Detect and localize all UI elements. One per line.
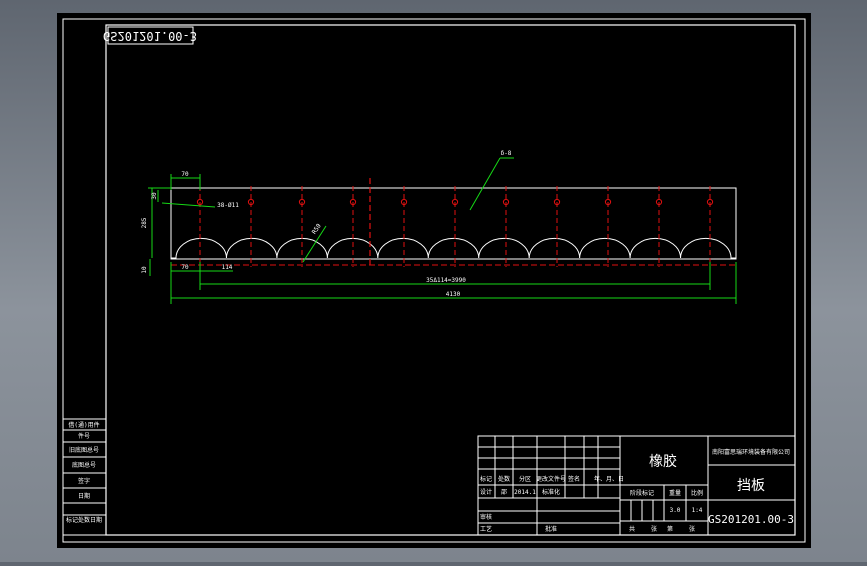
weight-value: 3.0	[670, 507, 681, 514]
dim-pitch: 114	[222, 264, 233, 271]
stamp-row-2: 件号	[78, 432, 90, 440]
rev-header-date: 年、月、日	[594, 475, 624, 483]
drawing-number: GS201201.00-3	[708, 513, 794, 526]
review-label: 审核	[480, 513, 492, 521]
sheet-label: 第	[667, 525, 673, 533]
scale-value: 1:4	[692, 507, 703, 514]
drawing-canvas: GS201201.00-3 借(通)用件 件号 旧底图总号 底图总号 签字 日期…	[57, 13, 811, 548]
designer: 邵	[501, 488, 507, 496]
stamp-row-6: 日期	[78, 492, 90, 500]
rev-header-doc: 更改文件号	[536, 475, 566, 483]
part-name: 挡板	[737, 478, 765, 494]
cad-viewport[interactable]: GS201201.00-3 借(通)用件 件号 旧底图总号 底图总号 签字 日期…	[0, 0, 867, 562]
sheets-label: 张	[651, 525, 657, 533]
rev-header-mark: 标记	[480, 475, 492, 483]
design-label: 设计	[480, 488, 492, 496]
stamp-row-7: 标记处数日期	[66, 516, 102, 524]
mirrored-drawing-number: GS201201.00-3	[103, 29, 197, 43]
rev-header-count: 处数	[498, 475, 510, 483]
dim-hole-label: 38-Ø11	[217, 202, 239, 209]
dim-overall-length: 4130	[446, 291, 461, 298]
dim-offset-left: 30	[151, 192, 158, 200]
stamp-row-5: 签字	[78, 477, 90, 485]
dim-edge-top: 70	[181, 171, 189, 178]
design-date: 2014.1	[514, 489, 536, 496]
mirrored-number-box: GS201201.00-3	[103, 26, 197, 45]
dim-edge-bottom: 70	[181, 264, 189, 271]
stamp-row-3: 旧底图总号	[69, 446, 99, 454]
stage-label: 阶段标记	[630, 489, 654, 497]
approve-label: 批准	[545, 525, 557, 533]
material-name: 橡胶	[649, 453, 677, 470]
process-label: 工艺	[480, 525, 492, 533]
dim-base-height: 10	[141, 266, 148, 274]
sheet-suffix: 张	[689, 525, 695, 533]
scale-label: 比例	[691, 489, 703, 497]
rev-header-zone: 分区	[519, 475, 531, 483]
sheet-total-label: 共	[629, 525, 635, 533]
dim-pitch-chain: 35Δ114=3990	[426, 277, 466, 284]
dim-height-total: 285	[141, 217, 148, 228]
standardize-label: 标准化	[542, 488, 560, 496]
rev-header-sign: 签名	[568, 475, 580, 483]
stamp-row-4: 底图总号	[72, 461, 96, 469]
company-name: 南阳富思瑞环境装备有限公司	[712, 448, 790, 456]
stamp-row-1: 借(通)用件	[68, 421, 99, 429]
material-note: δ-8	[501, 150, 512, 157]
weight-label: 重量	[669, 489, 681, 497]
